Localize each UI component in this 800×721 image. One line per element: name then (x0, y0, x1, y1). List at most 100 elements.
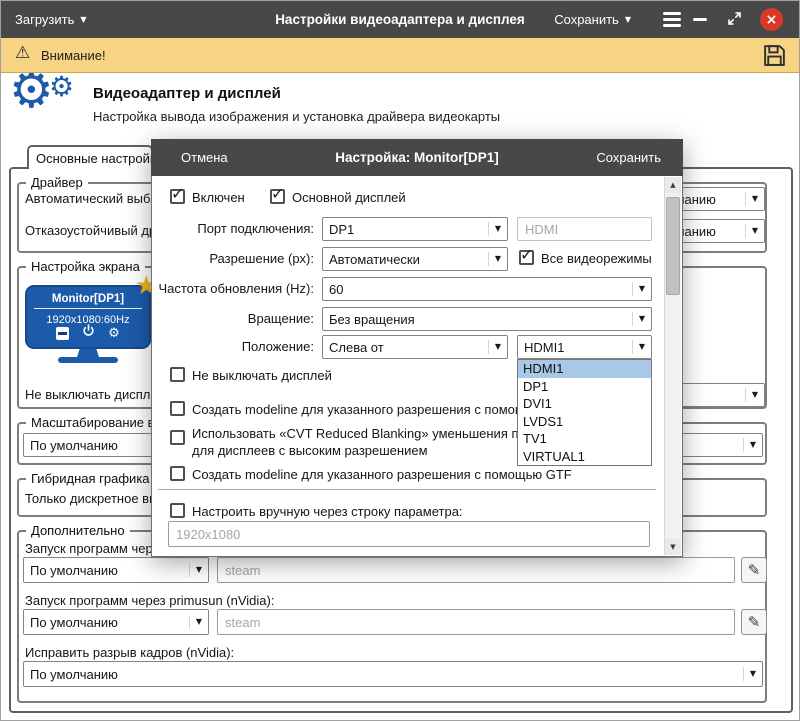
titlebar: Загрузить ▼ Настройки видеоадаптера и ди… (1, 1, 799, 38)
gear-icon[interactable]: ⚙ (108, 327, 120, 340)
port-alt-input[interactable] (517, 217, 652, 241)
manual-mode-input[interactable] (168, 521, 650, 547)
keep-display-on-checkbox[interactable]: ✓ (170, 367, 185, 382)
selected-value: Без вращения (329, 312, 415, 327)
page-title: Видеоадаптер и дисплей (93, 85, 281, 102)
dialog-save-button[interactable]: Сохранить (596, 139, 661, 176)
run-programs-select[interactable]: По умолчанию ▼ (23, 557, 209, 583)
port-select[interactable]: DP1 ▼ (322, 217, 508, 241)
auto-driver-label: Автоматический выб (25, 191, 150, 206)
dialog-scrollbar[interactable]: ▲ ▼ (664, 177, 681, 555)
fix-tearing-select[interactable]: По умолчанию ▼ (23, 661, 763, 687)
dropdown-option-lvds1[interactable]: LVDS1 (518, 413, 651, 431)
dropdown-option-dp1[interactable]: DP1 (518, 378, 651, 396)
modeline-gtf-label[interactable]: Создать modeline для указанного разрешен… (192, 467, 572, 482)
expand-button[interactable] (727, 1, 742, 38)
primusrun-select[interactable]: По умолчанию ▼ (23, 609, 209, 635)
chevron-down-icon: ▼ (745, 192, 758, 206)
selected-value: По умолчанию (30, 563, 118, 578)
power-icon[interactable] (82, 324, 95, 342)
hamburger-icon (663, 12, 681, 27)
minimize-button[interactable] (693, 1, 707, 38)
warning-bar: ⚠ Внимание! (1, 38, 799, 73)
cvt-reduced-blanking-checkbox[interactable]: ✓ (170, 430, 185, 445)
keep-display-on-label[interactable]: Не выключать дисплей (192, 368, 332, 383)
close-button[interactable]: × (760, 8, 783, 31)
all-modes-label[interactable]: Все видеорежимы (541, 251, 652, 266)
chevron-down-icon: ▼ (488, 340, 501, 354)
chevron-down-icon: ▼ (625, 16, 631, 24)
modeline-cvt-checkbox[interactable]: ✓ (170, 401, 185, 416)
rotation-label: Вращение: (154, 311, 314, 326)
dropdown-option-hdmi1[interactable]: HDMI1 (518, 360, 651, 378)
scroll-up-icon: ▲ (670, 182, 675, 189)
run-programs-label: Запуск программ чер (25, 541, 153, 556)
tab-basic-settings[interactable]: Основные настройк (27, 145, 153, 169)
disable-display-icon[interactable] (56, 327, 69, 340)
chevron-down-icon: ▼ (632, 312, 645, 326)
window-title: Настройки видеоадаптера и дисплея (201, 1, 599, 38)
resolution-select[interactable]: Автоматически ▼ (322, 247, 508, 271)
run-programs-input[interactable] (217, 557, 735, 583)
manual-mode-checkbox[interactable]: ✓ (170, 503, 185, 518)
chevron-down-icon: ▼ (80, 16, 86, 24)
chevron-down-icon: ▼ (745, 224, 758, 238)
scroll-down-icon: ▼ (670, 544, 675, 551)
scroll-up-button[interactable]: ▲ (665, 177, 681, 193)
chevron-down-icon: ▼ (488, 252, 501, 266)
screen-group-legend: Настройка экрана (26, 259, 145, 274)
save-menu-label: Сохранить (554, 12, 619, 27)
position-target-dropdown-list: HDMI1DP1DVI1LVDS1TV1VIRTUAL1 (517, 359, 652, 466)
rotation-select[interactable]: Без вращения ▼ (322, 307, 652, 331)
chevron-down-icon: ▼ (743, 438, 756, 452)
manual-mode-label[interactable]: Настроить вручную через строку параметра… (192, 504, 463, 519)
main-menu-button[interactable] (663, 1, 681, 38)
primary-display-checkbox[interactable]: ✓ (270, 189, 285, 204)
port-label: Порт подключения: (154, 221, 314, 236)
cancel-button[interactable]: Отмена (181, 139, 228, 176)
save-menu-button[interactable]: Сохранить ▼ (554, 1, 631, 38)
chevron-down-icon: ▼ (745, 388, 758, 402)
cvt-reduced-blanking-label-line2[interactable]: для дисплеев с высоким разрешением (192, 443, 428, 458)
app-window: Загрузить ▼ Настройки видеоадаптера и ди… (0, 0, 800, 721)
edit-run-programs-button[interactable]: ✎ (741, 557, 767, 583)
hybrid-text: Только дискретное ви (25, 491, 156, 506)
modeline-gtf-checkbox[interactable]: ✓ (170, 466, 185, 481)
check-icon: ✓ (520, 247, 533, 263)
minimize-icon (693, 18, 707, 21)
warning-icon: ⚠ (15, 45, 30, 62)
enabled-checkbox[interactable]: ✓ (170, 189, 185, 204)
all-modes-checkbox[interactable]: ✓ (519, 250, 534, 265)
position-select[interactable]: Слева от ▼ (322, 335, 508, 359)
refresh-rate-select[interactable]: 60 ▼ (322, 277, 652, 301)
save-file-button[interactable] (762, 43, 787, 73)
selected-value: По умолчанию (30, 438, 118, 453)
cvt-reduced-blanking-label-line1[interactable]: Использовать «CVT Reduced Blanking» умен… (192, 426, 533, 441)
selected-value: Слева от (329, 340, 384, 355)
dropdown-option-tv1[interactable]: TV1 (518, 430, 651, 448)
selected-value: По умолчанию (30, 667, 118, 682)
floppy-icon (762, 43, 787, 68)
scrollbar-thumb[interactable] (666, 197, 680, 295)
position-target-select[interactable]: HDMI1 ▼ (517, 335, 652, 359)
warning-text: Внимание! (41, 48, 106, 63)
dropdown-option-virtual1[interactable]: VIRTUAL1 (518, 448, 651, 466)
driver-group-legend: Драйвер (26, 175, 88, 190)
scroll-down-button[interactable]: ▼ (665, 539, 681, 555)
dropdown-option-dvi1[interactable]: DVI1 (518, 395, 651, 413)
check-icon: ✓ (171, 186, 184, 202)
dialog-title: Настройка: Monitor[DP1] (241, 139, 593, 176)
primusrun-label: Запуск программ через primusun (nVidia): (25, 593, 274, 608)
load-menu-button[interactable]: Загрузить ▼ (15, 1, 87, 38)
primusrun-input[interactable] (217, 609, 735, 635)
primary-display-label[interactable]: Основной дисплей (292, 190, 406, 205)
monitor-stand (77, 349, 99, 357)
modeline-cvt-label[interactable]: Создать modeline для указанного разрешен… (192, 402, 532, 417)
chevron-down-icon: ▼ (632, 282, 645, 296)
monitor-widget[interactable]: ★ Monitor[DP1] 1920x1080:60Hz ⚙ (25, 279, 151, 369)
enabled-label[interactable]: Включен (192, 190, 245, 205)
edit-primusrun-button[interactable]: ✎ (741, 609, 767, 635)
selected-value: HDMI1 (524, 340, 564, 355)
monitor-name: Monitor[DP1] (34, 293, 142, 309)
refresh-rate-label: Частота обновления (Hz): (154, 281, 314, 296)
